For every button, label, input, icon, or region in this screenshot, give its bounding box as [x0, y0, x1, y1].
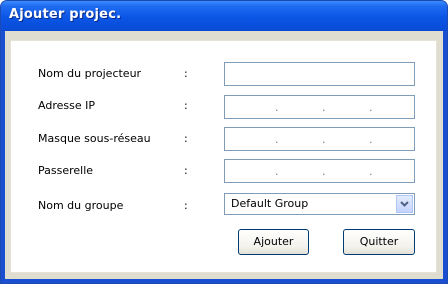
ip-address-label: Adresse IP [38, 99, 95, 112]
add-button[interactable]: Ajouter [238, 229, 309, 255]
subnet-mask-label: Masque sous-réseau [38, 132, 151, 145]
title-bar[interactable]: Ajouter projec. [1, 1, 447, 31]
colon: : [184, 164, 188, 177]
ip-separator: . [275, 101, 279, 114]
colon: : [184, 199, 188, 212]
group-name-select[interactable]: Default Group [224, 193, 415, 215]
quit-button[interactable]: Quitter [343, 229, 415, 255]
ip-separator: . [275, 133, 279, 146]
gateway-input[interactable]: . . . [224, 159, 415, 183]
group-name-label: Nom du groupe [38, 199, 124, 212]
ip-separator: . [369, 165, 373, 178]
dialog-client-area: Nom du projecteur : Adresse IP : . . . M… [5, 31, 443, 279]
chevron-down-icon[interactable] [396, 195, 413, 213]
ip-separator: . [322, 133, 326, 146]
ip-separator: . [369, 101, 373, 114]
ip-separator: . [322, 165, 326, 178]
window-title: Ajouter projec. [9, 7, 122, 22]
form-panel: Nom du projecteur : Adresse IP : . . . M… [10, 40, 437, 273]
add-projector-dialog: Ajouter projec. Nom du projecteur : Adre… [0, 0, 448, 284]
projector-name-label: Nom du projecteur [38, 67, 142, 80]
ip-separator: . [275, 165, 279, 178]
colon: : [184, 132, 188, 145]
colon: : [184, 99, 188, 112]
ip-separator: . [322, 101, 326, 114]
colon: : [184, 67, 188, 80]
projector-name-input[interactable] [224, 62, 415, 86]
subnet-mask-input[interactable]: . . . [224, 127, 415, 151]
ip-address-input[interactable]: . . . [224, 95, 415, 119]
ip-separator: . [369, 133, 373, 146]
gateway-label: Passerelle [38, 164, 94, 177]
group-name-value: Default Group [231, 197, 309, 210]
chevron-down-icon-glyph [400, 201, 409, 207]
